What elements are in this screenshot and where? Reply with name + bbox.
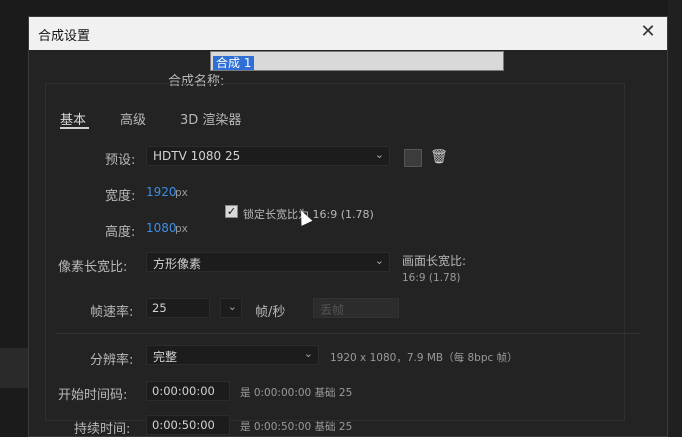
- frame-rate-dropdown[interactable]: ⌄: [220, 298, 242, 318]
- pixel-aspect-dropdown[interactable]: 方形像素 ⌄: [146, 252, 390, 272]
- width-unit: px: [175, 187, 188, 199]
- width-value[interactable]: 1920: [146, 185, 177, 199]
- close-icon[interactable]: ✕: [637, 21, 659, 43]
- preset-label: 预设:: [105, 153, 136, 168]
- frame-rate-input[interactable]: 25: [146, 298, 210, 318]
- start-timecode-input[interactable]: 0:00:00:00: [146, 381, 230, 401]
- title-bar: 合成设置 ✕: [29, 17, 667, 50]
- background-panel-edge: [0, 348, 30, 388]
- tab-basic[interactable]: 基本: [60, 109, 86, 128]
- frame-rate-label: 帧速率:: [90, 305, 134, 320]
- lock-aspect-checkbox[interactable]: ✓: [225, 205, 238, 218]
- start-timecode-label: 开始时间码:: [58, 388, 128, 403]
- tab-3d-renderer[interactable]: 3D 渲染器: [180, 109, 241, 128]
- chevron-down-icon: ⌄: [374, 148, 384, 161]
- pixel-aspect-label: 像素长宽比:: [58, 260, 128, 275]
- background-panel-edge: [668, 0, 682, 437]
- height-unit: px: [175, 223, 188, 235]
- width-label: 宽度:: [105, 189, 136, 204]
- preset-value: HDTV 1080 25: [153, 149, 241, 163]
- section-divider: [55, 333, 640, 334]
- frame-rate-unit: 帧/秒: [255, 305, 286, 320]
- height-value[interactable]: 1080: [146, 221, 177, 235]
- frame-aspect-value: 16:9 (1.78): [402, 272, 461, 284]
- chevron-down-icon: ⌄: [303, 347, 313, 360]
- tab-advanced[interactable]: 高级: [120, 109, 146, 128]
- drop-frame-dropdown: 丢帧: [313, 298, 399, 318]
- pixel-aspect-value: 方形像素: [153, 257, 202, 271]
- duration-input[interactable]: 0:00:50:00: [146, 415, 230, 435]
- dialog-title: 合成设置: [38, 29, 91, 44]
- start-timecode-info: 是 0:00:00:00 基础 25: [240, 387, 353, 399]
- comp-name-input[interactable]: 合成 1: [210, 51, 504, 71]
- resolution-info: 1920 x 1080，7.9 MB（每 8bpc 帧）: [330, 352, 518, 364]
- resolution-dropdown[interactable]: 完整 ⌄: [146, 345, 319, 365]
- resolution-value: 完整: [153, 350, 178, 364]
- active-tab-indicator: [60, 127, 89, 129]
- duration-label: 持续时间:: [74, 422, 131, 437]
- chevron-down-icon: ⌄: [374, 254, 384, 267]
- trash-icon[interactable]: 🗑: [430, 148, 448, 166]
- duration-info: 是 0:00:50:00 基础 25: [240, 421, 353, 433]
- save-preset-icon[interactable]: [404, 149, 422, 167]
- frame-aspect-label: 画面长宽比:: [402, 254, 467, 268]
- height-label: 高度:: [105, 225, 136, 240]
- resolution-label: 分辨率:: [90, 353, 134, 368]
- preset-dropdown[interactable]: HDTV 1080 25 ⌄: [146, 146, 390, 166]
- chevron-down-icon: ⌄: [227, 300, 237, 313]
- comp-name-value: 合成 1: [213, 56, 255, 70]
